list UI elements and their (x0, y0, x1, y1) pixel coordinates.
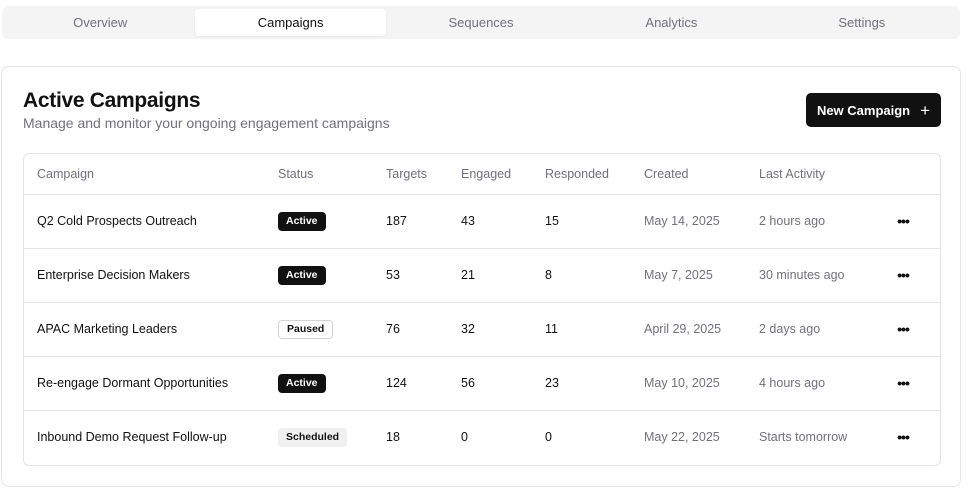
created-date: May 14, 2025 (644, 194, 759, 249)
new-campaign-button[interactable]: New Campaign + (806, 93, 941, 127)
column-header-targets[interactable]: Targets (386, 154, 461, 195)
plus-icon: + (920, 100, 931, 120)
status-badge: Paused (278, 319, 334, 339)
more-horizontal-icon[interactable]: ••• (893, 211, 913, 231)
last-activity: 30 minutes ago (759, 248, 893, 303)
status-cell: Active (278, 248, 386, 303)
campaign-name: Inbound Demo Request Follow-up (37, 430, 227, 445)
targets-count: 124 (386, 356, 461, 411)
tab-campaigns[interactable]: Campaigns (195, 9, 386, 36)
targets-count: 187 (386, 194, 461, 249)
column-header-engaged[interactable]: Engaged (461, 154, 545, 195)
table-row[interactable]: APAC Marketing Leaders Paused 76 32 11 April … (24, 302, 940, 357)
targets-count: 76 (386, 302, 461, 357)
last-activity: 2 hours ago (759, 194, 893, 249)
campaign-name: Re-engage Dormant Opportunities (24, 356, 278, 411)
table-row[interactable]: Enterprise Decision Makers Active 53 21 8 May… (24, 248, 940, 303)
table-row[interactable]: Inbound Demo Request Follow-up Scheduled 1… (24, 410, 940, 464)
status-cell: Paused (278, 302, 386, 357)
responded-count: 0 (545, 430, 552, 445)
last-activity: Starts tomorrow (759, 430, 848, 445)
engaged-count: 43 (461, 194, 545, 249)
created-date: May 10, 2025 (644, 356, 759, 411)
tab-settings[interactable]: Settings (767, 9, 957, 36)
campaign-name: Enterprise Decision Makers (24, 248, 278, 303)
table-row[interactable]: Re-engage Dormant Opportunities Active 124… (24, 356, 940, 411)
tab-analytics[interactable]: Analytics (576, 9, 766, 36)
more-horizontal-icon[interactable]: ••• (893, 319, 913, 339)
column-header-responded[interactable]: Responded (545, 154, 644, 195)
responded-count: 23 (545, 356, 644, 411)
status-cell: Scheduled (278, 410, 386, 464)
status-cell: Active (278, 356, 386, 411)
tab-bar: Overview Campaigns Sequences Analytics S… (2, 6, 960, 39)
table-row[interactable]: Q2 Cold Prospects Outreach Active 187 43 15 M… (24, 194, 940, 249)
column-header-actions (893, 154, 940, 195)
targets-count: 18 (386, 430, 400, 445)
targets-count: 53 (386, 248, 461, 303)
status-badge: Active (278, 211, 326, 231)
more-horizontal-icon[interactable]: ••• (893, 427, 913, 447)
tab-sequences[interactable]: Sequences (386, 9, 576, 36)
engaged-count: 56 (461, 356, 545, 411)
engaged-count: 21 (461, 248, 545, 303)
status-badge: Active (278, 373, 326, 393)
column-header-campaign[interactable]: Campaign (24, 154, 278, 195)
created-date: May 7, 2025 (644, 248, 759, 303)
column-header-status[interactable]: Status (278, 154, 386, 195)
campaigns-card: Active Campaigns Manage and monitor your… (1, 66, 961, 487)
row-actions-cell: ••• (893, 410, 940, 464)
column-header-created[interactable]: Created (644, 154, 759, 195)
last-activity: 4 hours ago (759, 356, 893, 411)
row-actions-cell: ••• (893, 248, 940, 303)
campaign-name: Q2 Cold Prospects Outreach (24, 194, 278, 249)
campaigns-table: Campaign Status Targets Engaged Responde… (23, 153, 941, 466)
created-date: May 22, 2025 (644, 430, 720, 445)
responded-count: 11 (545, 302, 644, 357)
tab-overview[interactable]: Overview (5, 9, 195, 36)
page-subtitle: Manage and monitor your ongoing engageme… (23, 115, 390, 131)
page-title: Active Campaigns (23, 89, 201, 112)
row-actions-cell: ••• (893, 356, 940, 411)
engaged-count: 32 (461, 302, 545, 357)
more-horizontal-icon[interactable]: ••• (893, 373, 913, 393)
responded-count: 15 (545, 194, 644, 249)
status-badge: Active (278, 265, 326, 285)
last-activity: 2 days ago (759, 302, 893, 357)
status-badge: Scheduled (278, 427, 348, 447)
more-horizontal-icon[interactable]: ••• (893, 265, 913, 285)
created-date: April 29, 2025 (644, 302, 759, 357)
table-header-row: Campaign Status Targets Engaged Responde… (24, 154, 940, 195)
row-actions-cell: ••• (893, 194, 940, 249)
engaged-count: 0 (461, 430, 468, 445)
column-header-last-activity[interactable]: Last Activity (759, 154, 893, 195)
campaign-name: APAC Marketing Leaders (24, 302, 278, 357)
new-campaign-label: New Campaign (816, 102, 911, 118)
responded-count: 8 (545, 248, 644, 303)
status-cell: Active (278, 194, 386, 249)
row-actions-cell: ••• (893, 302, 940, 357)
